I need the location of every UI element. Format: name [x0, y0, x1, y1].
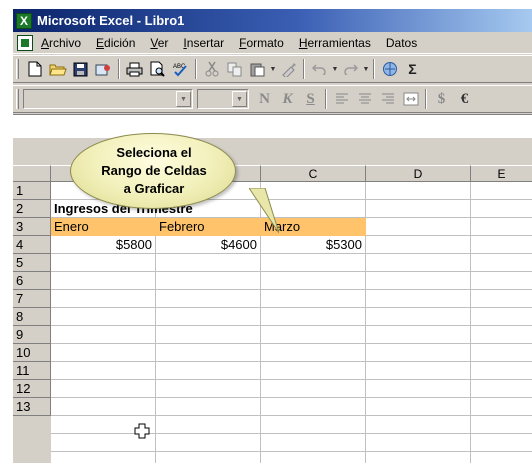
row-header-1[interactable]: 1 [13, 182, 51, 200]
cell-c4[interactable]: $5300 [261, 236, 365, 254]
format-painter-icon[interactable] [277, 58, 300, 80]
formatting-toolbar: ▼ ▼ N K S $ € [13, 85, 532, 113]
workbook-icon[interactable] [17, 34, 33, 51]
menu-datos[interactable]: Datos [386, 36, 417, 50]
autosum-icon[interactable]: Σ [401, 58, 424, 80]
cell-a3[interactable]: Enero [51, 218, 156, 236]
paste-icon[interactable] [246, 58, 269, 80]
menu-bar: Archivo Edición Ver Insertar Formato Her… [13, 32, 532, 54]
callout-tail [249, 188, 279, 233]
toolbar-separator [373, 59, 375, 79]
callout-line-1: Seleciona el [116, 145, 192, 160]
row-header-7[interactable]: 7 [13, 290, 51, 308]
undo-icon[interactable] [308, 58, 331, 80]
toolbar-separator [118, 59, 120, 79]
cell-select-cursor-icon [134, 423, 150, 439]
row-header-6[interactable]: 6 [13, 272, 51, 290]
toolbar-separator [303, 59, 305, 79]
align-left-icon[interactable] [330, 88, 353, 110]
callout-line-3: a Graficar [123, 181, 185, 196]
align-right-icon[interactable] [376, 88, 399, 110]
excel-app-icon: X [16, 12, 32, 29]
align-center-icon[interactable] [353, 88, 376, 110]
cell-area[interactable]: Ingresos del Trimestre Enero Febrero Mar… [51, 182, 532, 463]
column-header-d[interactable]: D [366, 165, 471, 182]
column-header-e[interactable]: E [471, 165, 532, 182]
toolbar-separator [325, 89, 327, 109]
menu-insertar[interactable]: Insertar [183, 36, 224, 50]
row-header-5[interactable]: 5 [13, 254, 51, 272]
toolbar-grip[interactable] [16, 89, 19, 109]
row-header-10[interactable]: 10 [13, 344, 51, 362]
open-folder-icon[interactable] [46, 58, 69, 80]
cut-icon[interactable] [200, 58, 223, 80]
copy-icon[interactable] [223, 58, 246, 80]
bold-button[interactable]: N [253, 88, 276, 110]
menu-archivo[interactable]: Archivo [41, 36, 81, 50]
excel-window: X Microsoft Excel - Libro1 Archivo Edici… [12, 9, 532, 463]
menu-edicion[interactable]: Edición [96, 36, 135, 50]
row-header-9[interactable]: 9 [13, 326, 51, 344]
undo-dropdown-arrow[interactable]: ▼ [331, 66, 339, 73]
underline-button[interactable]: S [299, 88, 322, 110]
euro-button[interactable]: € [453, 88, 476, 110]
cell-b3[interactable]: Febrero [156, 218, 261, 236]
toolbar-grip[interactable] [16, 59, 19, 79]
menu-herramientas[interactable]: Herramientas [299, 36, 371, 50]
font-size-combo[interactable]: ▼ [197, 89, 249, 109]
redo-icon[interactable] [339, 58, 362, 80]
spelling-icon[interactable]: ABC [169, 58, 192, 80]
standard-toolbar: ABC ▼ ▼ ▼ Σ [13, 55, 532, 83]
row-header-8[interactable]: 8 [13, 308, 51, 326]
callout-line-2: Rango de Celdas [101, 163, 207, 178]
formula-bar[interactable] [13, 114, 532, 138]
menu-formato[interactable]: Formato [239, 36, 284, 50]
cell-a2[interactable]: Ingresos del Trimestre [51, 200, 351, 218]
callout-text: Seleciona el Rango de Celdas a Graficar [71, 144, 237, 198]
font-name-combo[interactable]: ▼ [23, 89, 193, 109]
permission-icon[interactable] [92, 58, 115, 80]
row-header-12[interactable]: 12 [13, 380, 51, 398]
chevron-down-icon[interactable]: ▼ [176, 91, 191, 107]
row-header-4[interactable]: 4 [13, 236, 51, 254]
paste-dropdown-arrow[interactable]: ▼ [269, 66, 277, 73]
italic-button[interactable]: K [276, 88, 299, 110]
cell-a4[interactable]: $5800 [51, 236, 155, 254]
chevron-down-icon[interactable]: ▼ [232, 91, 247, 107]
row-header-3[interactable]: 3 [13, 218, 51, 236]
toolbar-separator [195, 59, 197, 79]
callout-bubble: Seleciona el Rango de Celdas a Graficar [70, 133, 236, 209]
window-title: Microsoft Excel - Libro1 [37, 13, 185, 28]
row-header-13[interactable]: 13 [13, 398, 51, 416]
merge-center-icon[interactable] [399, 88, 422, 110]
currency-button[interactable]: $ [430, 88, 453, 110]
toolbar-separator [425, 89, 427, 109]
select-all-corner[interactable] [13, 165, 51, 182]
print-preview-icon[interactable] [146, 58, 169, 80]
hyperlink-icon[interactable] [378, 58, 401, 80]
row-header-11[interactable]: 11 [13, 362, 51, 380]
print-icon[interactable] [123, 58, 146, 80]
new-document-icon[interactable] [23, 58, 46, 80]
cell-b4[interactable]: $4600 [156, 236, 260, 254]
redo-dropdown-arrow[interactable]: ▼ [362, 66, 370, 73]
title-bar: X Microsoft Excel - Libro1 [13, 9, 532, 32]
menu-ver[interactable]: Ver [150, 36, 168, 50]
save-icon[interactable] [69, 58, 92, 80]
row-header-2[interactable]: 2 [13, 200, 51, 218]
column-header-c[interactable]: C [261, 165, 366, 182]
